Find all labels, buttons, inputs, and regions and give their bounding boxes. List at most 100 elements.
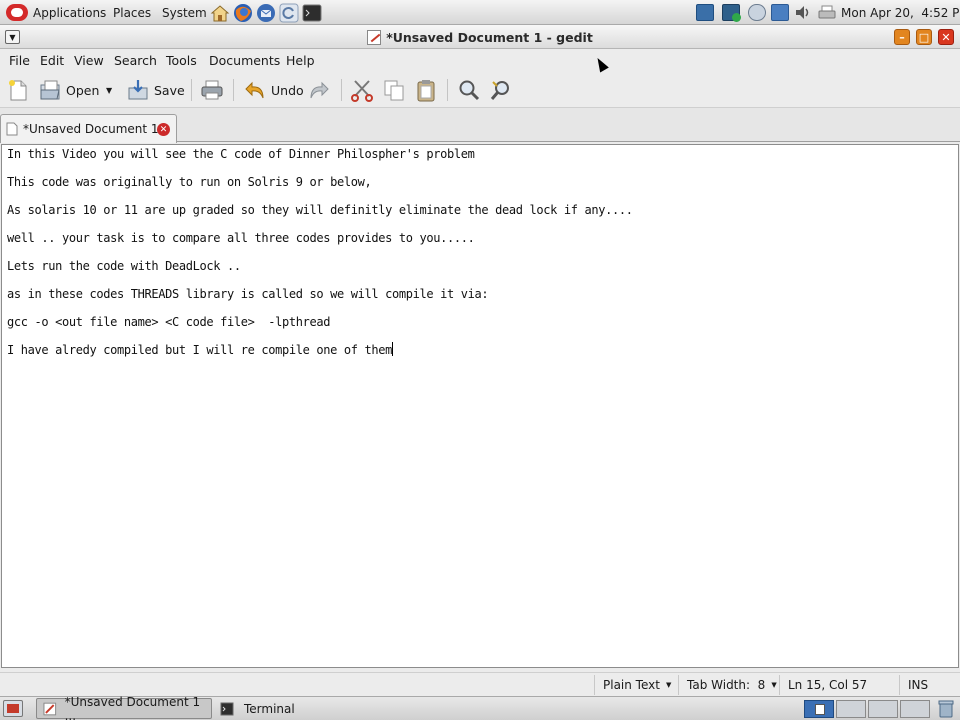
printer-icon[interactable]: [818, 4, 836, 21]
menubar: File Edit View Search Tools Documents He…: [0, 49, 960, 72]
window-titlebar[interactable]: ▼ *Unsaved Document 1 - gedit – □ ✕: [0, 25, 960, 49]
open-button[interactable]: Open: [38, 78, 99, 102]
editor-line[interactable]: Lets run the code with DeadLock ..: [7, 258, 241, 274]
system-monitor-icon[interactable]: [696, 4, 714, 21]
redo-button[interactable]: [307, 78, 331, 102]
save-button[interactable]: Save: [126, 78, 185, 102]
chevron-down-icon: ▼: [771, 681, 777, 689]
workspace-switcher[interactable]: [804, 700, 834, 718]
editor-line[interactable]: gcc -o <out file name> <C code file> -lp…: [7, 314, 330, 330]
menu-search[interactable]: Search: [114, 49, 157, 72]
terminal-icon[interactable]: [302, 3, 322, 23]
show-desktop-icon[interactable]: [3, 700, 23, 717]
trash-icon[interactable]: [938, 699, 954, 718]
close-button[interactable]: ✕: [938, 29, 954, 45]
firefox-icon[interactable]: [233, 3, 253, 23]
system-menu[interactable]: System: [162, 0, 207, 25]
tab-width-label: Tab Width: 8: [687, 678, 766, 692]
save-label: Save: [154, 82, 185, 98]
new-document-button[interactable]: [6, 78, 30, 102]
text-editor[interactable]: In this Video you will see the C code of…: [1, 144, 959, 668]
insert-mode: INS: [899, 675, 959, 695]
taskbar-item-label: *Unsaved Document 1 ...: [64, 694, 201, 720]
undo-label: Undo: [271, 82, 304, 98]
editor-line[interactable]: This code was originally to run on Solri…: [7, 174, 372, 190]
language-label: Plain Text: [603, 678, 660, 692]
toolbar-separator: [191, 79, 192, 101]
thunderbird-icon[interactable]: [256, 3, 276, 23]
cut-icon: [351, 80, 373, 102]
editor-line-current[interactable]: I have alredy compiled but I will re com…: [7, 342, 393, 358]
bottom-panel: *Unsaved Document 1 ... Terminal: [0, 694, 960, 720]
cut-button[interactable]: [350, 78, 374, 102]
chevron-down-icon: ▼: [665, 681, 672, 689]
paste-icon: [417, 80, 435, 102]
workspace-2[interactable]: [836, 700, 866, 718]
terminal-icon: [220, 702, 234, 715]
undo-icon: [245, 81, 264, 99]
cursor-position: Ln 15, Col 57: [779, 675, 899, 695]
applications-menu[interactable]: Applications: [33, 0, 106, 25]
find-replace-icon: [490, 81, 509, 100]
network-icon[interactable]: [722, 4, 741, 22]
toolbar-separator: [341, 79, 342, 101]
paste-button[interactable]: [414, 78, 438, 102]
menu-file[interactable]: File: [9, 49, 30, 72]
menu-edit[interactable]: Edit: [40, 49, 64, 72]
maximize-button[interactable]: □: [916, 29, 932, 45]
taskbar-item-gedit[interactable]: *Unsaved Document 1 ...: [36, 694, 212, 720]
minimize-button[interactable]: –: [894, 29, 910, 45]
bluetooth-icon[interactable]: [771, 4, 789, 21]
print-icon: [201, 80, 223, 100]
clock-datetime[interactable]: Mon Apr 20, 4:52 PM: [841, 0, 960, 25]
language-selector[interactable]: Plain Text ▼: [594, 675, 676, 695]
replace-button[interactable]: [489, 78, 513, 102]
workspace-4[interactable]: [900, 700, 930, 718]
open-recent-dropdown[interactable]: ▼: [106, 78, 112, 102]
print-button[interactable]: [200, 78, 224, 102]
save-icon: [128, 80, 148, 100]
menu-view[interactable]: View: [74, 49, 104, 72]
editor-line[interactable]: as in these codes THREADS library is cal…: [7, 286, 489, 302]
copy-button[interactable]: [382, 78, 406, 102]
toolbar: Open ▼ Save Undo: [0, 72, 960, 108]
copy-icon: [384, 80, 404, 101]
window-title: *Unsaved Document 1 - gedit: [0, 25, 960, 49]
undo-button[interactable]: Undo: [243, 78, 304, 102]
find-button[interactable]: [457, 78, 481, 102]
clock-icon[interactable]: [748, 4, 766, 21]
tab-width-selector[interactable]: Tab Width: 8 ▼: [678, 675, 778, 695]
redo-icon: [310, 81, 329, 99]
volume-icon[interactable]: [794, 4, 812, 21]
new-document-icon: [9, 80, 27, 101]
editor-line[interactable]: well .. your task is to compare all thre…: [7, 230, 475, 246]
menu-documents[interactable]: Documents: [209, 49, 280, 72]
menu-tools[interactable]: Tools: [166, 49, 197, 72]
editor-line-text: I have alredy compiled but I will re com…: [7, 343, 392, 357]
tab-label: *Unsaved Document 1: [23, 122, 159, 136]
open-folder-icon: [40, 80, 60, 100]
os-logo-icon[interactable]: [6, 4, 28, 21]
menu-help[interactable]: Help: [286, 49, 315, 72]
window-title-text: *Unsaved Document 1 - gedit: [386, 29, 593, 45]
editor-line[interactable]: In this Video you will see the C code of…: [7, 146, 475, 162]
text-caret: [391, 342, 393, 356]
statusbar: Plain Text ▼ Tab Width: 8 ▼ Ln 15, Col 5…: [0, 672, 960, 696]
open-label: Open: [66, 82, 100, 98]
home-icon[interactable]: [210, 3, 230, 23]
document-icon: [6, 122, 18, 136]
toolbar-separator: [233, 79, 234, 101]
gedit-icon: [43, 702, 57, 715]
document-tabbar: *Unsaved Document 1 ✕: [0, 108, 960, 143]
taskbar-item-label: Terminal: [244, 701, 295, 716]
refresh-icon[interactable]: [279, 3, 299, 23]
gedit-app-icon: [367, 29, 382, 45]
workspace-3[interactable]: [868, 700, 898, 718]
tab-unsaved-document-1[interactable]: *Unsaved Document 1 ✕: [0, 114, 177, 143]
places-menu[interactable]: Places: [113, 0, 151, 25]
tab-close-icon[interactable]: ✕: [157, 123, 170, 136]
taskbar-item-terminal[interactable]: Terminal: [214, 698, 364, 719]
top-panel: Applications Places System Mon Apr 20, 4…: [0, 0, 960, 25]
search-icon: [459, 80, 480, 101]
editor-line[interactable]: As solaris 10 or 11 are up graded so the…: [7, 202, 633, 218]
